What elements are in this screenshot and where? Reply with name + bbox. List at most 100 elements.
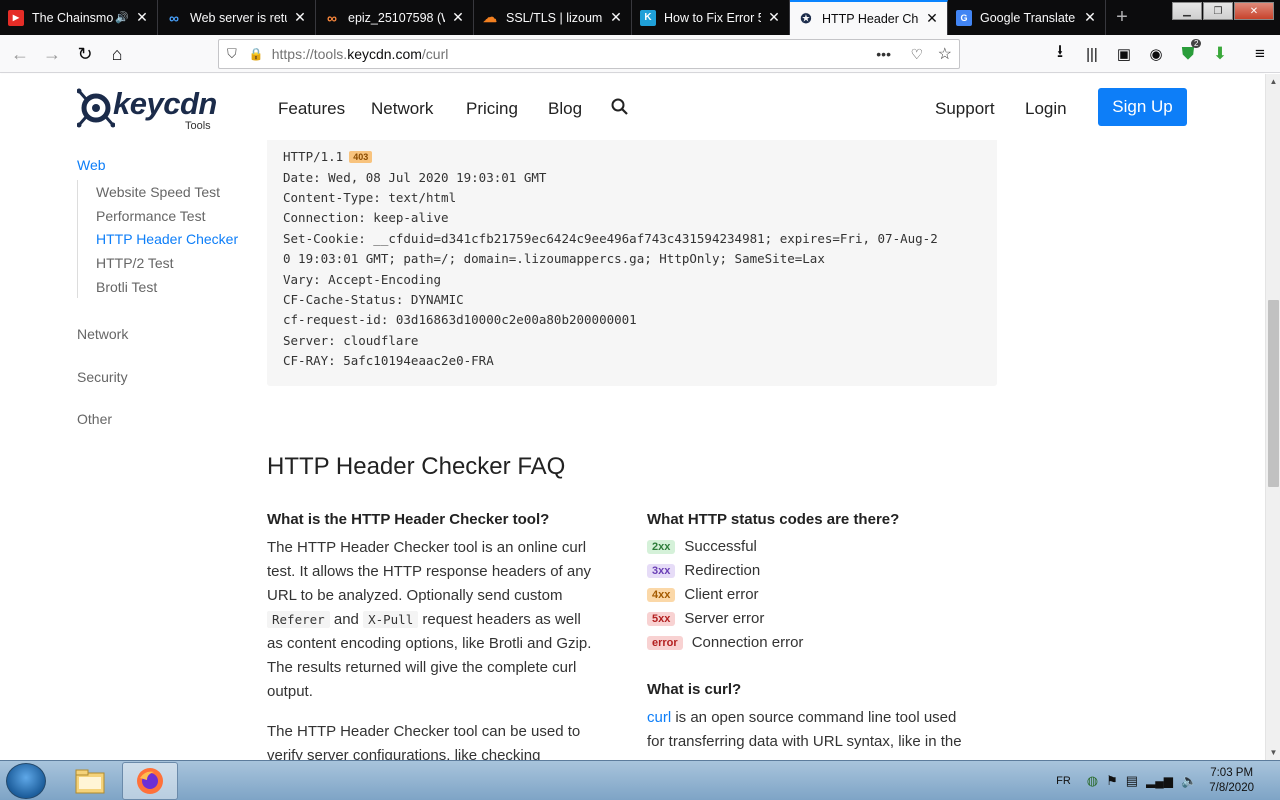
close-tab-icon[interactable]: ✕ bbox=[1083, 9, 1097, 26]
browser-tab[interactable]: ∞ epiz_25107598 (We ✕ bbox=[316, 0, 474, 35]
account-icon[interactable]: ◉ bbox=[1144, 42, 1168, 66]
network-globe-icon[interactable]: ◍ bbox=[1087, 773, 1098, 789]
header-line: Date: Wed, 08 Jul 2020 19:03:01 GMT bbox=[283, 170, 547, 185]
browser-tab[interactable]: ∞ Web server is retur ✕ bbox=[158, 0, 316, 35]
sidebar-web-items: Website Speed Test Performance Test HTTP… bbox=[77, 180, 247, 298]
browser-tab[interactable]: ☁ SSL/TLS | lizoumap ✕ bbox=[474, 0, 632, 35]
nav-login[interactable]: Login bbox=[1025, 99, 1067, 119]
nav-support[interactable]: Support bbox=[935, 99, 995, 119]
tab-title: SSL/TLS | lizoumap bbox=[506, 10, 603, 25]
faq-answer-text: and bbox=[333, 611, 359, 628]
shield-icon[interactable]: ⛉ bbox=[227, 46, 237, 62]
shield-extension-icon[interactable]: ⛊ 2 bbox=[1176, 39, 1202, 66]
sidebar-icon[interactable]: ▣ bbox=[1112, 42, 1136, 66]
reload-button[interactable]: ↻ bbox=[73, 42, 97, 66]
browser-tab-active[interactable]: ✪ HTTP Header Chec ✕ bbox=[790, 0, 948, 35]
scrollbar-thumb[interactable] bbox=[1268, 300, 1279, 487]
url-text: https://tools.keycdn.com/curl bbox=[272, 46, 449, 62]
faq-answer-line: for transferring data with URL syntax, l… bbox=[647, 733, 962, 750]
window-controls: ▁ ❐ ✕ bbox=[1172, 2, 1274, 20]
faq-answer-line: test. It allows the HTTP response header… bbox=[267, 563, 592, 580]
curl-link[interactable]: curl bbox=[647, 709, 671, 726]
keycdn-logo[interactable]: keycdn Tools bbox=[77, 86, 217, 134]
forward-button[interactable]: → bbox=[40, 42, 64, 66]
close-tab-icon[interactable]: ✕ bbox=[609, 9, 623, 26]
url-domain: keycdn.com bbox=[347, 46, 422, 62]
infinity-icon: ∞ bbox=[327, 9, 337, 26]
close-window-button[interactable]: ✕ bbox=[1234, 2, 1274, 20]
close-tab-icon[interactable]: ✕ bbox=[925, 10, 939, 27]
response-headers-output: HTTP/1.1 403 Date: Wed, 08 Jul 2020 19:03… bbox=[267, 140, 997, 386]
close-tab-icon[interactable]: ✕ bbox=[451, 9, 465, 26]
file-explorer-icon[interactable] bbox=[62, 762, 118, 800]
keycdn-icon: ✪ bbox=[800, 10, 812, 26]
tab-title: How to Fix Error 52 bbox=[664, 10, 761, 25]
tab-title: The Chainsmo bbox=[32, 10, 114, 25]
inline-code-referer: Referer bbox=[267, 611, 330, 628]
home-button[interactable]: ⌂ bbox=[105, 42, 129, 66]
firefox-taskbar-icon[interactable] bbox=[122, 762, 178, 800]
lock-icon[interactable]: 🔒 bbox=[249, 47, 264, 61]
maximize-button[interactable]: ❐ bbox=[1203, 2, 1233, 20]
faq-answer-line: as content encoding options, like Brotli… bbox=[267, 635, 592, 652]
faq-answer-line: Referer and X-Pull request headers as we… bbox=[267, 608, 627, 632]
status-code-row: error Connection error bbox=[647, 634, 803, 651]
faq-answer-line: curl is an open source command line tool… bbox=[647, 706, 992, 730]
search-icon[interactable] bbox=[611, 98, 629, 121]
action-center-flag-icon[interactable]: ⚑ bbox=[1106, 773, 1118, 789]
sign-up-button[interactable]: Sign Up bbox=[1098, 88, 1187, 126]
volume-icon[interactable]: 🔈 bbox=[1181, 773, 1197, 789]
sidebar-item-brotli-test[interactable]: Brotli Test bbox=[96, 279, 157, 295]
scroll-up-arrow[interactable]: ▲ bbox=[1266, 74, 1280, 89]
sidebar-section-security[interactable]: Security bbox=[77, 369, 128, 385]
page-scrollbar[interactable]: ▲ ▼ bbox=[1265, 74, 1280, 760]
close-tab-icon[interactable]: ✕ bbox=[767, 9, 781, 26]
url-bar[interactable]: ⛉ 🔒 https://tools.keycdn.com/curl ••• ♡ … bbox=[218, 39, 960, 69]
browser-tab[interactable]: G Google Translate ✕ bbox=[948, 0, 1106, 35]
nav-pricing[interactable]: Pricing bbox=[466, 99, 518, 119]
nav-blog[interactable]: Blog bbox=[548, 99, 582, 119]
sidebar-section-web[interactable]: Web bbox=[77, 157, 106, 173]
nav-features[interactable]: Features bbox=[278, 99, 345, 119]
browser-tab[interactable]: K How to Fix Error 52 ✕ bbox=[632, 0, 790, 35]
nav-network[interactable]: Network bbox=[371, 99, 433, 119]
browser-tab[interactable]: ▶ The Chainsmo 🔊 ✕ bbox=[0, 0, 158, 35]
library-icon[interactable]: ||| bbox=[1080, 42, 1104, 66]
faq-question: What is the HTTP Header Checker tool? bbox=[267, 511, 550, 528]
scroll-down-arrow[interactable]: ▼ bbox=[1266, 745, 1280, 760]
download-extension-icon[interactable]: ⬇ bbox=[1208, 42, 1232, 66]
language-indicator[interactable]: FR bbox=[1056, 775, 1071, 787]
sidebar-section-network[interactable]: Network bbox=[77, 326, 128, 342]
url-path: /curl bbox=[421, 46, 449, 62]
bookmark-star-icon[interactable]: ☆ bbox=[938, 44, 952, 64]
status-code-row: 2xx Successful bbox=[647, 538, 757, 555]
pocket-icon[interactable]: ♡ bbox=[910, 46, 923, 63]
header-line: CF-RAY: 5afc10194eaac2e0-FRA bbox=[283, 353, 494, 368]
sidebar-item-http-header-checker[interactable]: HTTP Header Checker bbox=[96, 231, 238, 247]
menu-icon[interactable]: ≡ bbox=[1248, 42, 1272, 66]
back-button[interactable]: ← bbox=[8, 42, 32, 66]
speaker-icon[interactable]: 🔊 bbox=[115, 11, 129, 24]
new-tab-button[interactable]: + bbox=[1106, 0, 1138, 35]
header-line: Server: cloudflare bbox=[283, 333, 419, 348]
start-button[interactable] bbox=[6, 763, 46, 799]
close-tab-icon[interactable]: ✕ bbox=[135, 9, 149, 26]
tab-title: epiz_25107598 (We bbox=[348, 10, 445, 25]
taskbar-clock[interactable]: 7:03 PM 7/8/2020 bbox=[1209, 766, 1254, 796]
signal-icon[interactable]: ▂▄▆ bbox=[1146, 774, 1173, 788]
url-prefix: https://tools. bbox=[271, 46, 348, 62]
faq-answer-line: The HTTP Header Checker tool can be used… bbox=[267, 723, 581, 740]
sidebar-item-performance-test[interactable]: Performance Test bbox=[96, 208, 205, 224]
device-icon[interactable]: ▤ bbox=[1126, 773, 1138, 789]
sidebar-item-website-speed-test[interactable]: Website Speed Test bbox=[96, 184, 220, 200]
minimize-button[interactable]: ▁ bbox=[1172, 2, 1202, 20]
sidebar-section-other[interactable]: Other bbox=[77, 411, 112, 427]
download-icon[interactable]: ⭳ bbox=[1048, 41, 1072, 66]
page-actions-icon[interactable]: ••• bbox=[876, 46, 891, 62]
browser-toolbar: ← → ↻ ⌂ ⛉ 🔒 https://tools.keycdn.com/cur… bbox=[0, 35, 1280, 73]
status-code-badge: 403 bbox=[349, 151, 373, 163]
sidebar-item-http2-test[interactable]: HTTP/2 Test bbox=[96, 255, 174, 271]
status-code-badge: 2xx bbox=[647, 539, 676, 554]
close-tab-icon[interactable]: ✕ bbox=[293, 9, 307, 26]
status-code-label: Client error bbox=[684, 586, 759, 603]
